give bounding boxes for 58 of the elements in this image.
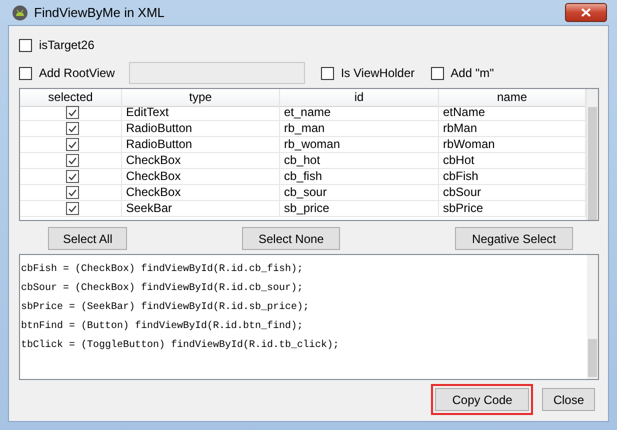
table-cell: etName <box>439 105 586 121</box>
table-cell: RadioButton <box>122 137 280 153</box>
checkbox[interactable] <box>320 66 334 80</box>
checkbox[interactable] <box>19 66 32 80</box>
row-checkbox[interactable] <box>66 170 79 183</box>
table-cell: cb_sour <box>280 185 439 201</box>
code-line: cbFish = (CheckBox) findViewById(R.id.cb_fish); <box>21 262 304 277</box>
selection-button[interactable]: Negative Select <box>454 227 573 250</box>
scrollbar[interactable] <box>587 255 598 379</box>
table-cell: cbHot <box>439 153 586 169</box>
android-logo-icon <box>12 4 28 20</box>
code-line: btnFind = (Button) findViewById(R.id.btn_find); <box>21 320 304 334</box>
code-output-area[interactable] <box>19 254 599 380</box>
table-cell: EditText <box>122 105 280 121</box>
column-header[interactable]: type <box>122 89 280 107</box>
checkbox[interactable] <box>19 38 32 52</box>
column-header[interactable]: name <box>439 89 586 107</box>
code-line: sbPrice = (SeekBar) findViewById(R.id.sb_price); <box>21 300 310 315</box>
checkbox-label: Add RootView <box>39 66 115 80</box>
table-cell: sbPrice <box>439 201 586 217</box>
table-cell: rb_woman <box>280 137 439 153</box>
row-checkbox[interactable] <box>66 186 79 199</box>
row-checkbox[interactable] <box>66 154 79 167</box>
scrollbar[interactable] <box>586 89 598 220</box>
checkbox-label: isTarget26 <box>39 38 94 52</box>
table-cell: SeekBar <box>122 201 280 217</box>
row-checkbox[interactable] <box>66 122 79 135</box>
selection-button[interactable]: Select None <box>242 227 340 250</box>
table-cell: rb_man <box>280 121 439 137</box>
table-cell: rbMan <box>439 121 586 137</box>
table-cell: cb_hot <box>280 153 439 169</box>
window-title: FindViewByMe in XML <box>34 5 165 20</box>
dialog-button[interactable]: Close <box>542 388 595 411</box>
table-cell: RadioButton <box>122 121 280 137</box>
table-cell: CheckBox <box>122 153 280 169</box>
table-cell: sb_price <box>280 201 439 217</box>
checkbox[interactable] <box>430 66 444 80</box>
table-cell: cbSour <box>439 185 586 201</box>
table-cell: et_name <box>280 105 439 121</box>
dialog-button[interactable]: Copy Code <box>435 388 530 411</box>
column-header[interactable]: selected <box>20 89 122 107</box>
checkbox-label: Is ViewHolder <box>340 66 415 80</box>
table-cell: cbFish <box>439 169 586 185</box>
table-cell: CheckBox <box>122 169 280 185</box>
row-checkbox[interactable] <box>66 106 79 119</box>
table-cell: cb_fish <box>280 169 439 185</box>
row-checkbox[interactable] <box>66 138 79 151</box>
close-icon <box>581 8 591 17</box>
table-cell: CheckBox <box>122 185 280 201</box>
root-view-field[interactable] <box>128 62 305 84</box>
table-cell: rbWoman <box>439 137 586 153</box>
code-line: cbSour = (CheckBox) findViewById(R.id.cb_sour); <box>21 282 304 296</box>
selection-button[interactable]: Select All <box>48 227 128 250</box>
close-button[interactable] <box>565 3 607 22</box>
checkbox-label: Add "m" <box>450 66 494 80</box>
column-header[interactable]: id <box>280 89 439 107</box>
code-line: tbClick = (ToggleButton) findViewById(R.id.tb_click); <box>21 338 340 353</box>
row-checkbox[interactable] <box>66 202 79 215</box>
